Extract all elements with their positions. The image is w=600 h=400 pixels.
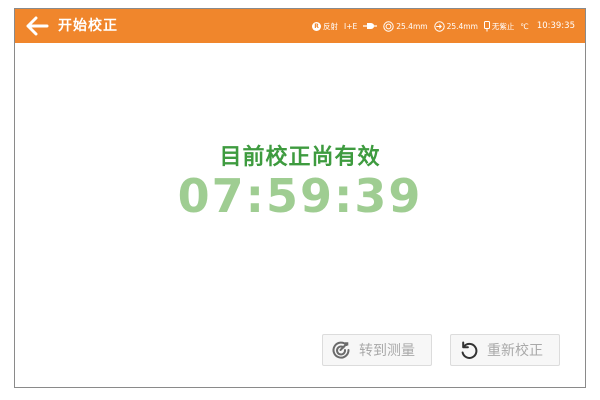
rotate-ccw-icon [459, 340, 479, 360]
aperture-1-value: 25.4mm [396, 21, 428, 31]
recalibrate-label: 重新校正 [487, 343, 543, 359]
aperture-2-value: 25.4mm [446, 21, 478, 31]
status-ie: I+E [344, 22, 357, 31]
target-check-icon [331, 340, 351, 360]
app-window: 开始校正 R 反射 I+E 25.4mm 25.4mm 无紫止 ℃ 10:39:… [14, 8, 586, 388]
mode-label: 反射 [323, 21, 338, 31]
plug-icon [363, 23, 378, 29]
go-to-measure-label: 转到测量 [359, 343, 415, 359]
recalibrate-button[interactable]: 重新校正 [450, 334, 560, 366]
status-mode: R 反射 [312, 21, 338, 32]
filter-icon [483, 20, 490, 31]
reflect-mode-icon: R [312, 21, 321, 31]
ie-label: I+E [344, 21, 358, 31]
status-temp: ℃ [520, 22, 528, 31]
aperture-icon [383, 20, 394, 32]
uv-label: 无紫止 [491, 21, 515, 31]
top-bar: 开始校正 R 反射 I+E 25.4mm 25.4mm 无紫止 ℃ 10:39:… [15, 9, 585, 43]
back-button[interactable] [23, 12, 51, 40]
status-uv: 无紫止 [483, 20, 515, 32]
calibration-valid-message: 目前校正尚有效 [219, 145, 381, 170]
temp-unit: ℃ [520, 21, 529, 31]
page-title: 开始校正 [58, 18, 118, 34]
status-time: 10:39:35 [536, 21, 575, 31]
status-bar: R 反射 I+E 25.4mm 25.4mm 无紫止 ℃ 10:39:35 [312, 9, 575, 43]
status-aperture-2: 25.4mm [433, 20, 478, 32]
status-connector [363, 22, 378, 30]
arrow-left-icon [26, 16, 49, 36]
lens-arrow-icon [433, 20, 445, 32]
status-aperture-1: 25.4mm [383, 20, 428, 32]
calibration-countdown: 07:59:39 [177, 169, 423, 223]
go-to-measure-button[interactable]: 转到测量 [322, 334, 432, 366]
